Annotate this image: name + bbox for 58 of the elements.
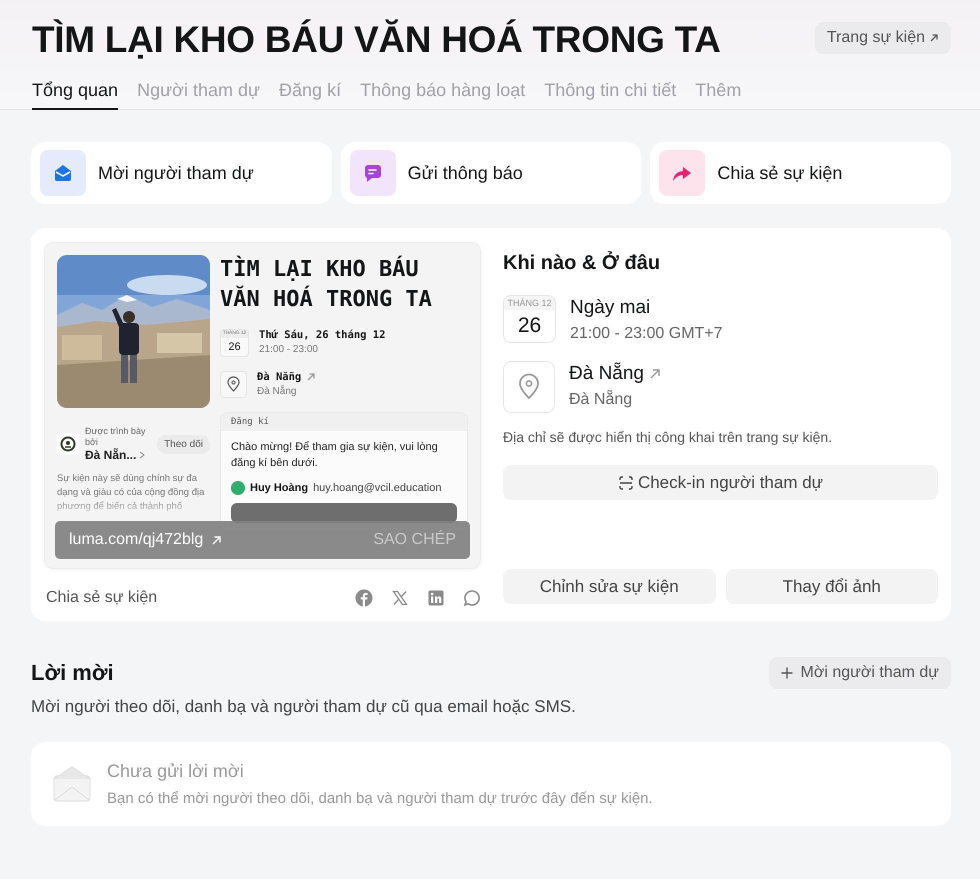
action-button[interactable]: Chỉnh sửa sự kiện — [503, 569, 716, 604]
avatar-icon — [231, 481, 245, 495]
section-description: Mời người theo dõi, danh bạ và người tham dự cũ qua email hoặc SMS. — [31, 697, 577, 717]
plus-icon — [780, 667, 793, 679]
host-link[interactable]: Đà Nẵn... — [85, 448, 146, 462]
registration-header: Đăng kí — [221, 413, 467, 431]
external-link-icon — [211, 534, 222, 546]
share-label: Chia sẻ sự kiện — [46, 589, 158, 607]
external-link-icon — [929, 33, 939, 43]
check-in-button[interactable]: Check-in người tham dự — [503, 465, 938, 500]
badge-month: THÁNG 12 — [504, 296, 555, 310]
event-page-button[interactable]: Trang sự kiện — [814, 22, 951, 54]
empty-state-text: Bạn có thể mời người theo dõi, danh bạ và người tham dự trước đây đến sự kiện. — [107, 790, 653, 807]
user-email: huy.hoang@vcil.education — [313, 482, 442, 494]
linkedin-icon[interactable] — [427, 589, 445, 607]
action-label: Gửi thông báo — [408, 162, 523, 184]
empty-state-title: Chưa gửi lời mời — [107, 761, 245, 782]
location-address: Đà Nẵng — [569, 391, 634, 409]
quick-action-card[interactable]: Gửi thông báo — [340, 142, 642, 204]
registration-message: Chào mừng! Để tham gia sự kiện, vui lòng đăng kí bên dưới. — [231, 440, 439, 471]
user-name: Huy Hoàng — [250, 482, 308, 494]
badge-day: 26 — [504, 310, 555, 342]
quick-action-card[interactable]: Chia sẻ sự kiện — [650, 142, 951, 204]
event-title: TÌM LẠI KHO BÁU VĂN HOÁ TRONG TA — [32, 18, 721, 62]
facebook-icon[interactable] — [355, 589, 373, 607]
external-link-icon — [306, 372, 316, 382]
host-label: Được trình bày bởi — [85, 426, 146, 448]
address-note: Địa chỉ sẽ được hiển thị công khai trên trang sự kiện. — [503, 429, 834, 445]
preview-time: 21:00 - 23:00 — [259, 344, 319, 355]
action-label: Chia sẻ sự kiện — [717, 162, 842, 184]
envelope-icon — [53, 766, 91, 802]
event-date: Ngày mai — [570, 297, 652, 319]
preview-title: TÌM LẠI KHO BÁU VĂN HOÁ TRONG TA — [220, 255, 433, 314]
chat-icon — [350, 150, 396, 196]
badge-day: 26 — [221, 338, 248, 356]
organizer-logo-icon — [57, 433, 79, 455]
envelope-icon — [40, 150, 86, 196]
x-icon[interactable] — [391, 589, 409, 607]
quick-action-card[interactable]: Mời người tham dự — [31, 142, 332, 204]
event-time: 21:00 - 23:00 GMT+7 — [570, 325, 723, 343]
preview-venue[interactable]: Đà Nẵng — [257, 371, 302, 383]
action-button[interactable]: Thay đổi ảnh — [726, 569, 938, 604]
preview-venue-address: Đà Nẵng — [257, 386, 298, 397]
action-label: Mời người tham dự — [98, 162, 254, 184]
chevron-right-icon — [139, 451, 146, 459]
external-link-icon — [649, 368, 661, 380]
tab[interactable]: Tổng quan — [32, 80, 118, 110]
follow-button[interactable]: Theo dõi — [157, 434, 210, 454]
chat-bubble-icon[interactable] — [463, 589, 481, 607]
location-pin-icon — [220, 371, 247, 398]
preview-date: Thứ Sáu, 26 tháng 12 — [259, 329, 386, 341]
invite-button[interactable]: Mời người tham dự — [768, 657, 951, 689]
location-pin-icon — [503, 361, 555, 413]
section-title: Khi nào & Ở đâu — [503, 252, 662, 275]
event-description: Sự kiện này sẽ dùng chính sự đa dạng và giàu có của cộng đồng địa phương để biến cả thành phố — [57, 472, 206, 514]
scan-icon — [618, 474, 634, 490]
location-link[interactable]: Đà Nẵng — [569, 363, 644, 385]
section-title: Lời mời — [31, 660, 114, 686]
